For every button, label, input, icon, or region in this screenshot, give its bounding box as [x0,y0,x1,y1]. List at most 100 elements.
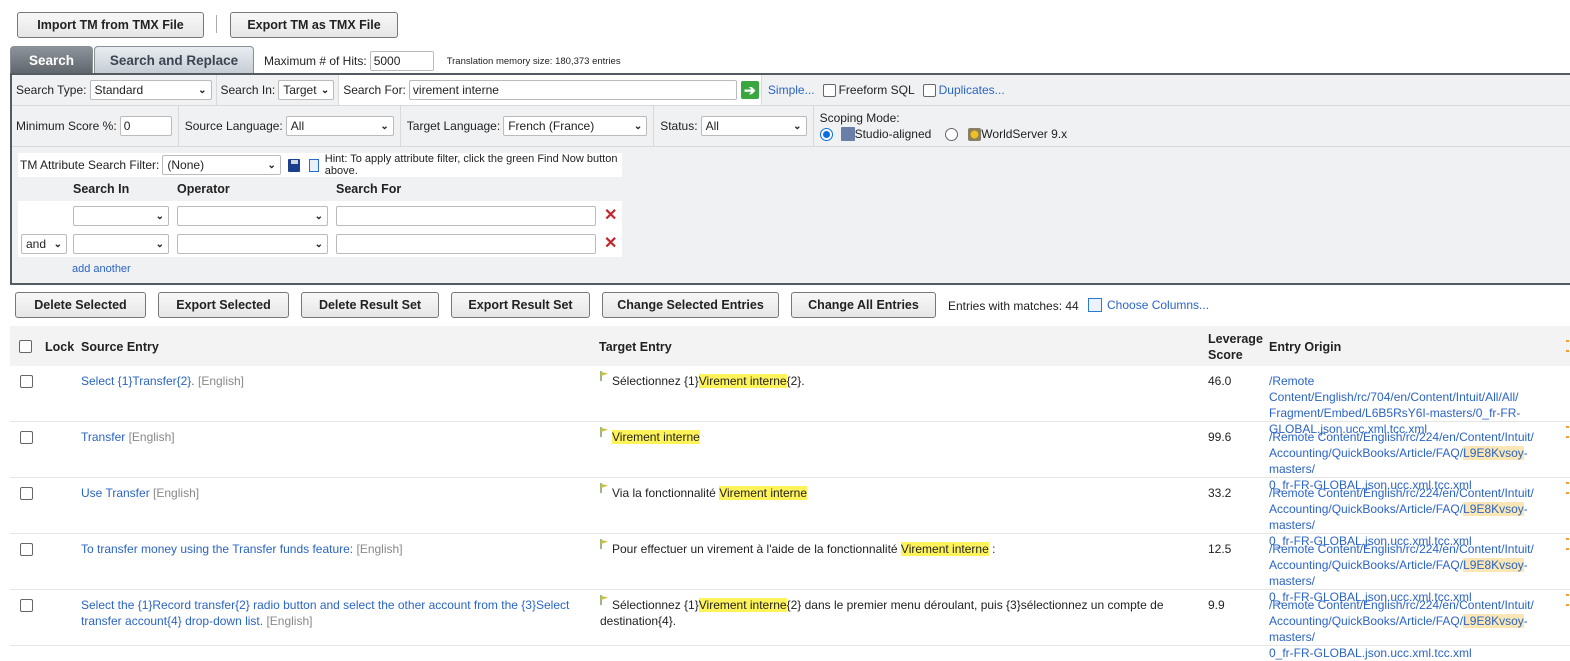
origin-line[interactable]: /Remote Content/English/rc/704/en/Conten… [1269,373,1559,405]
match-highlight: Virement interne [719,486,808,500]
source-entry[interactable]: To transfer money using the Transfer fun… [81,541,591,557]
import-tmx-button[interactable]: Import TM from TMX File [17,12,204,38]
conjunction-value: and [26,237,47,251]
source-entry[interactable]: Select the {1}Record transfer{2} radio b… [81,597,591,629]
attr-operator-select[interactable]: ⌄ [177,206,328,226]
search-for-cell: Search For: virement interne ➔ [339,75,762,105]
export-result-set-button[interactable]: Export Result Set [451,292,590,318]
delete-result-set-button[interactable]: Delete Result Set [301,292,439,318]
studio-aligned-radio[interactable] [819,127,833,141]
origin-line[interactable]: /Remote Content/English/rc/224/en/Conten… [1269,429,1559,445]
export-tmx-button[interactable]: Export TM as TMX File [230,12,398,38]
origin-line[interactable]: 0_fr-FR-GLOBAL.json.ucc.xml.tcc.xml [1269,645,1559,661]
row-checkbox[interactable] [20,543,33,556]
duplicates-checkbox[interactable] [922,83,936,97]
attr-search-for-input[interactable] [336,206,596,226]
source-language: [English] [356,542,403,556]
attr-operator-select[interactable]: ⌄ [177,234,328,254]
simple-link[interactable]: Simple... [768,83,815,97]
source-text[interactable]: To transfer money using the Transfer fun… [81,542,353,556]
chevron-down-icon: ⌄ [314,210,323,222]
target-text: Sélectionnez {1} [612,598,699,612]
row-checkbox[interactable] [20,599,33,612]
tab-search-and-replace[interactable]: Search and Replace [94,46,254,74]
search-for-input[interactable]: virement interne [408,80,737,100]
table-row[interactable]: Select {1}Transfer{2}. [English] Sélecti… [10,366,1570,436]
duplicates-link[interactable]: Duplicates... [939,83,1005,97]
source-text[interactable]: Transfer [81,430,125,444]
table-row[interactable]: Transfer [English] Virement interne 99.6… [10,422,1570,492]
table-row[interactable]: To transfer money using the Transfer fun… [10,534,1570,604]
flag-icon [600,595,608,605]
col-target-entry: Target Entry [599,340,672,354]
source-text[interactable]: Select the {1}Record transfer{2} radio b… [81,598,569,628]
col-lock: Lock [45,340,75,354]
chevron-down-icon: ⌄ [53,238,62,250]
edge-marker [1566,492,1569,494]
remove-row-icon[interactable]: ✕ [604,205,617,225]
search-panel: Search Type: Standard ⌄ Search In: Target… [10,73,1570,285]
entry-origin[interactable]: /Remote Content/English/rc/224/en/Conten… [1269,597,1559,661]
source-lang-value: All [290,119,305,133]
row-checkbox[interactable] [20,431,33,444]
max-hits-input[interactable]: 5000 [369,51,434,71]
filters-row: Minimum Score %: 0 Source Language: All ⌄… [12,106,1071,146]
col-source-entry: Source Entry [81,340,159,354]
source-entry[interactable]: Transfer [English] [81,429,591,445]
choose-columns-link[interactable]: Choose Columns... [1107,298,1209,312]
attr-search-in-select[interactable]: ⌄ [73,234,169,254]
target-text: Pour effectuer un virement à l'aide de l… [612,542,901,556]
select-all-checkbox[interactable] [19,340,32,353]
worldserver-radio[interactable] [945,127,959,141]
source-text[interactable]: Use Transfer [81,486,150,500]
search-in-select[interactable]: Target ⌄ [278,80,335,100]
source-lang-select[interactable]: All ⌄ [285,116,394,136]
min-score-input[interactable]: 0 [119,116,172,136]
search-type-value: Standard [94,83,144,97]
attr-search-for-input[interactable] [336,234,596,254]
leverage-score: 12.5 [1208,542,1232,556]
change-selected-entries-button[interactable]: Change Selected Entries [602,292,779,318]
table-row[interactable]: Use Transfer [English] Via la fonctionna… [10,478,1570,548]
source-entry[interactable]: Use Transfer [English] [81,485,591,501]
freeform-sql-checkbox[interactable] [822,83,836,97]
conjunction-select[interactable]: and ⌄ [21,234,67,254]
origin-line[interactable]: /Remote Content/English/rc/224/en/Conten… [1269,597,1559,613]
origin-line[interactable]: /Remote Content/English/rc/224/en/Conten… [1269,541,1559,557]
target-lang-select[interactable]: French (France) ⌄ [503,116,648,136]
choose-columns-icon[interactable] [1088,298,1102,312]
add-another-link[interactable]: add another [72,263,131,275]
save-icon[interactable] [287,158,300,172]
origin-line[interactable]: Accounting/QuickBooks/Article/FAQ/ [1269,614,1463,628]
change-all-entries-button[interactable]: Change All Entries [791,292,936,318]
chevron-down-icon: ⌄ [155,210,164,222]
search-type-select[interactable]: Standard ⌄ [89,80,212,100]
origin-line[interactable]: Accounting/QuickBooks/Article/FAQ/ [1269,446,1463,460]
tab-search[interactable]: Search [10,46,93,74]
search-in-label: Search In: [220,83,276,97]
search-in-cell: Search In: Target ⌄ [217,75,340,105]
row-checkbox[interactable] [20,487,33,500]
export-selected-button[interactable]: Export Selected [158,292,289,318]
origin-line[interactable]: Accounting/QuickBooks/Article/FAQ/ [1269,502,1463,516]
target-text: Sélectionnez {1} [612,374,699,388]
refresh-document-icon[interactable] [308,158,319,172]
table-row[interactable]: Select the {1}Record transfer{2} radio b… [10,590,1570,660]
attr-filter-row: TM Attribute Search Filter: (None) ⌄ Hint… [18,153,622,177]
origin-line[interactable]: Fragment/Embed/L6B5RsY6I-masters/0_fr-FR… [1269,406,1520,420]
attr-search-in-select[interactable]: ⌄ [73,206,169,226]
target-entry: Sélectionnez {1}Virement interne{2}. [600,371,1190,389]
delete-selected-button[interactable]: Delete Selected [15,292,146,318]
status-label: Status: [660,119,698,133]
find-now-arrow-icon[interactable]: ➔ [740,81,759,99]
attr-filter-select[interactable]: (None) ⌄ [162,155,281,175]
status-select[interactable]: All ⌄ [700,116,807,136]
scoping-mode: Scoping Mode: Studio-aligned WorldServer… [814,106,1072,146]
remove-row-icon[interactable]: ✕ [604,233,617,253]
row-checkbox[interactable] [20,375,33,388]
source-text[interactable]: Select {1}Transfer{2}. [81,374,195,388]
origin-line[interactable]: /Remote Content/English/rc/224/en/Conten… [1269,485,1559,501]
origin-line[interactable]: Accounting/QuickBooks/Article/FAQ/ [1269,558,1463,572]
source-entry[interactable]: Select {1}Transfer{2}. [English] [81,373,591,389]
attribute-filter: TM Attribute Search Filter: (None) ⌄ Hint… [18,153,622,259]
